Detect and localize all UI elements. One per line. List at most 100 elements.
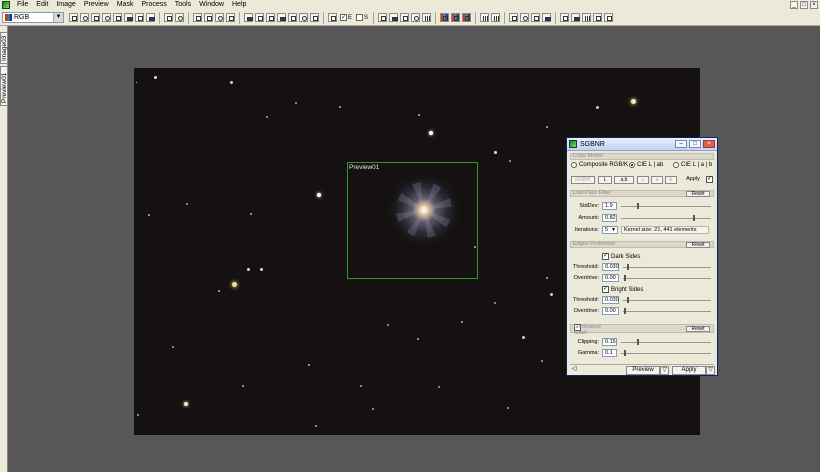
dialog-title-bar[interactable]: SGBNR – □ ×: [567, 138, 717, 151]
gamma-field[interactable]: 0.1: [602, 349, 617, 357]
channel-b-button[interactable]: b: [665, 176, 677, 184]
low-pass-section[interactable]: Low-Pass Filter Reset: [570, 190, 714, 197]
close-image-icon[interactable]: [310, 13, 319, 22]
menu-help[interactable]: Help: [228, 0, 250, 10]
bar-chart-icon[interactable]: [582, 13, 592, 22]
gamma-slider[interactable]: [621, 350, 711, 356]
dark-threshold-handle[interactable]: [627, 264, 629, 270]
clipping-slider[interactable]: [621, 339, 711, 345]
stddev-slider-handle[interactable]: [637, 203, 639, 209]
palette-icon[interactable]: [462, 13, 472, 22]
radio-cie-l-a-b[interactable]: CIE L | a | b: [673, 162, 712, 168]
dark-overdrive-slider[interactable]: [623, 275, 711, 281]
mask-enable-icon[interactable]: [389, 13, 399, 22]
bright-sides-box[interactable]: ✓: [602, 286, 609, 293]
dark-threshold-field[interactable]: 0.030: [602, 263, 619, 271]
zoom-out-icon[interactable]: [204, 13, 213, 22]
radio-composite-rgb-circle[interactable]: [571, 162, 577, 168]
image-info-icon[interactable]: [531, 13, 541, 22]
bright-sides-checkbox[interactable]: ✓ Bright Sides: [602, 286, 643, 293]
gear-icon[interactable]: [299, 13, 308, 22]
menu-preview[interactable]: Preview: [80, 0, 113, 10]
tab-preview01[interactable]: Preview01: [0, 66, 8, 106]
monitor-icon[interactable]: [604, 13, 614, 22]
check-s[interactable]: S: [356, 14, 368, 21]
menu-window[interactable]: Window: [195, 0, 228, 10]
dark-threshold-slider[interactable]: [623, 264, 711, 270]
store-preview-icon[interactable]: [175, 13, 184, 22]
radio-cie-l-a-b-circle[interactable]: [673, 162, 679, 168]
radio-composite-rgb[interactable]: Composite RGB/K: [571, 162, 628, 168]
select-preview-icon[interactable]: [164, 13, 173, 22]
move-tool-icon[interactable]: [102, 13, 111, 22]
rotate-icon[interactable]: [411, 13, 421, 22]
minimize-button[interactable]: _: [790, 1, 798, 9]
chevron-down-icon[interactable]: ▼: [611, 227, 616, 233]
apply-button[interactable]: Apply: [672, 366, 706, 375]
stf-icon[interactable]: [328, 13, 337, 22]
radio-cie-l-ab[interactable]: CIE L | ab: [629, 162, 663, 168]
mask-icon[interactable]: [378, 13, 388, 22]
apply-channels-box[interactable]: ✓: [706, 176, 713, 183]
amount-slider-handle[interactable]: [693, 215, 695, 221]
edges-reset-button[interactable]: Reset: [686, 242, 710, 248]
zoom-in-icon[interactable]: [193, 13, 202, 22]
luminance-mask-section[interactable]: ✓ Luminance Mask Reset: [570, 324, 714, 336]
stddev-field[interactable]: 1.9: [602, 202, 617, 210]
clipping-field[interactable]: 0.15: [602, 338, 617, 346]
menu-file[interactable]: File: [13, 0, 32, 10]
menu-image[interactable]: Image: [52, 0, 79, 10]
home-icon[interactable]: [124, 13, 133, 22]
tile-icon[interactable]: [288, 13, 297, 22]
zoom-region-icon[interactable]: [255, 13, 264, 22]
fits-header-icon[interactable]: [542, 13, 552, 22]
layout-icon[interactable]: [560, 13, 570, 22]
bright-threshold-field[interactable]: 0.030: [602, 296, 619, 304]
dark-sides-checkbox[interactable]: ✓ Dark Sides: [602, 253, 640, 260]
edit-preview-icon[interactable]: [146, 13, 155, 22]
clipping-handle[interactable]: [637, 339, 639, 345]
dialog-restore-button[interactable]: □: [689, 140, 701, 148]
amount-field[interactable]: 0.82: [602, 214, 617, 222]
dark-sides-box[interactable]: ✓: [602, 253, 609, 260]
restore-button[interactable]: □: [800, 1, 808, 9]
bright-threshold-slider[interactable]: [623, 297, 711, 303]
menu-edit[interactable]: Edit: [32, 0, 52, 10]
pan-tool-icon[interactable]: [91, 13, 100, 22]
channel-ab-button[interactable]: a,b: [614, 176, 634, 184]
stddev-slider[interactable]: [621, 203, 711, 209]
zoom-fit-icon[interactable]: [80, 13, 89, 22]
tab-image03[interactable]: Image03: [0, 32, 8, 64]
bright-threshold-handle[interactable]: [627, 297, 629, 303]
apply-dropdown-icon[interactable]: ▽: [706, 366, 715, 375]
dialog-close-button[interactable]: ×: [703, 140, 715, 148]
histogram-icon[interactable]: [480, 13, 490, 22]
explorer-icon[interactable]: [593, 13, 603, 22]
preview-rectangle[interactable]: Preview01: [347, 162, 478, 279]
gamma-handle[interactable]: [624, 350, 626, 356]
channel-l2-button[interactable]: L: [637, 176, 649, 184]
curve-icon[interactable]: [422, 13, 432, 22]
channel-rgbk-button[interactable]: RGB/K: [571, 176, 595, 184]
zoom-fit-window-icon[interactable]: [215, 13, 224, 22]
check-e[interactable]: ✓ E: [340, 14, 352, 21]
new-preview-icon[interactable]: [135, 13, 144, 22]
dark-overdrive-handle[interactable]: [624, 275, 626, 281]
rgb-channels-icon[interactable]: [440, 13, 450, 22]
edges-section[interactable]: Edges Protection Reset: [570, 241, 714, 248]
channel-l-button[interactable]: L: [598, 176, 612, 184]
bright-overdrive-slider[interactable]: [623, 308, 711, 314]
luminance-reset-button[interactable]: Reset: [686, 326, 710, 332]
iterations-select[interactable]: 5 ▼: [602, 226, 618, 234]
check-e-box[interactable]: ✓: [340, 14, 347, 21]
check-s-box[interactable]: [356, 14, 364, 21]
menu-process[interactable]: Process: [137, 0, 170, 10]
copy-icon[interactable]: [244, 13, 253, 22]
dark-overdrive-field[interactable]: 0.00: [602, 274, 619, 282]
new-instance-icon[interactable]: ◁: [570, 366, 578, 375]
close-button[interactable]: ×: [810, 1, 818, 9]
paste-icon[interactable]: [277, 13, 286, 22]
chevron-down-icon[interactable]: ▼: [53, 13, 63, 22]
amount-slider[interactable]: [621, 215, 711, 221]
bright-overdrive-handle[interactable]: [624, 308, 626, 314]
